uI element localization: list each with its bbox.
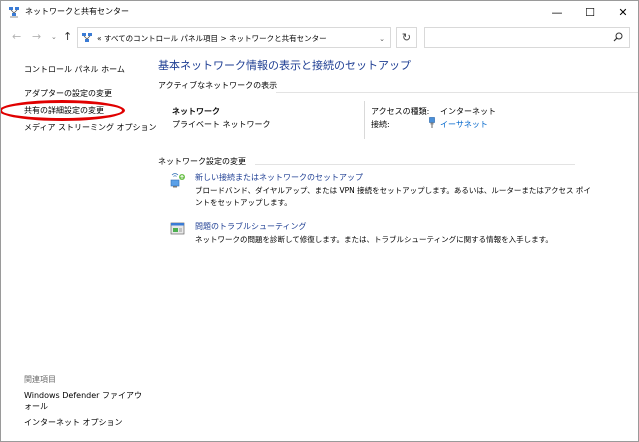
media-streaming-options-link[interactable]: メディア ストリーミング オプション <box>24 122 157 133</box>
connections-label: 接続: <box>371 120 390 129</box>
related-items-heading: 関連項目 <box>24 375 56 384</box>
ethernet-icon <box>429 117 435 128</box>
search-input[interactable] <box>424 27 630 48</box>
close-button[interactable]: ✕ <box>608 1 638 23</box>
section-divider <box>255 164 575 165</box>
title-bar[interactable]: ネットワークと共有センター — ☐ ✕ <box>1 1 638 23</box>
change-adapter-settings-link[interactable]: アダプターの設定の変更 <box>24 88 112 99</box>
forward-arrow-icon[interactable]: → <box>32 30 41 43</box>
ethernet-connection-link[interactable]: イーサネット <box>440 119 488 130</box>
address-bar[interactable]: « すべてのコントロール パネル項目 > ネットワークと共有センター <box>77 27 391 48</box>
defender-firewall-link[interactable]: Windows Defender ファイアウォール <box>24 390 144 412</box>
refresh-icon: ↻ <box>401 31 412 44</box>
minimize-icon: — <box>551 5 563 19</box>
new-connection-link[interactable]: 新しい接続またはネットワークのセットアップ <box>195 172 363 183</box>
section-divider <box>276 92 638 93</box>
maximize-button[interactable]: ☐ <box>575 1 605 23</box>
internet-options-link[interactable]: インターネット オプション <box>24 417 123 428</box>
page-title: 基本ネットワーク情報の表示と接続のセットアップ <box>158 59 411 72</box>
network-center-icon <box>9 7 19 18</box>
refresh-button[interactable]: ↻ <box>396 27 417 48</box>
up-arrow-icon[interactable]: ↑ <box>63 30 72 43</box>
red-highlight-annotation <box>1 100 125 121</box>
network-center-icon <box>82 33 92 42</box>
troubleshoot-description: ネットワークの問題を診断して修復します。または、トラブルシューティングに関する情… <box>195 235 553 244</box>
maximize-icon: ☐ <box>585 5 595 19</box>
breadcrumb[interactable]: « すべてのコントロール パネル項目 > ネットワークと共有センター <box>97 33 327 44</box>
navigation-bar: ← → ⌄ ↑ « すべてのコントロール パネル項目 > ネットワークと共有セン… <box>1 23 638 53</box>
vertical-divider <box>364 101 365 139</box>
active-networks-heading: アクティブなネットワークの表示 <box>158 81 278 90</box>
network-name: ネットワーク <box>172 107 220 116</box>
troubleshoot-icon <box>170 222 185 235</box>
search-icon[interactable] <box>613 32 623 42</box>
access-type-value: インターネット <box>440 107 496 116</box>
network-type: プライベート ネットワーク <box>172 120 271 129</box>
network-sharing-center-window: ネットワークと共有センター — ☐ ✕ ← → ⌄ ↑ « すべてのコントロール… <box>0 0 639 442</box>
address-dropdown-chevron-icon[interactable]: ⌄ <box>373 28 391 49</box>
access-type-label: アクセスの種類: <box>371 107 430 116</box>
new-connection-description: ブロードバンド、ダイヤルアップ、または VPN 接続をセットアップします。あるい… <box>195 186 591 207</box>
change-network-settings-heading: ネットワーク設定の変更 <box>158 157 246 166</box>
close-icon: ✕ <box>618 5 628 19</box>
minimize-button[interactable]: — <box>542 1 572 23</box>
back-arrow-icon[interactable]: ← <box>12 30 21 43</box>
control-panel-home-link[interactable]: コントロール パネル ホーム <box>24 64 125 75</box>
troubleshoot-link[interactable]: 問題のトラブルシューティング <box>195 221 307 232</box>
new-connection-icon <box>170 173 185 188</box>
recent-locations-chevron-icon[interactable]: ⌄ <box>51 33 57 41</box>
left-navigation-pane: コントロール パネル ホーム アダプターの設定の変更 共有の詳細設定の変更 メデ… <box>1 53 157 441</box>
window-title: ネットワークと共有センター <box>25 7 129 16</box>
